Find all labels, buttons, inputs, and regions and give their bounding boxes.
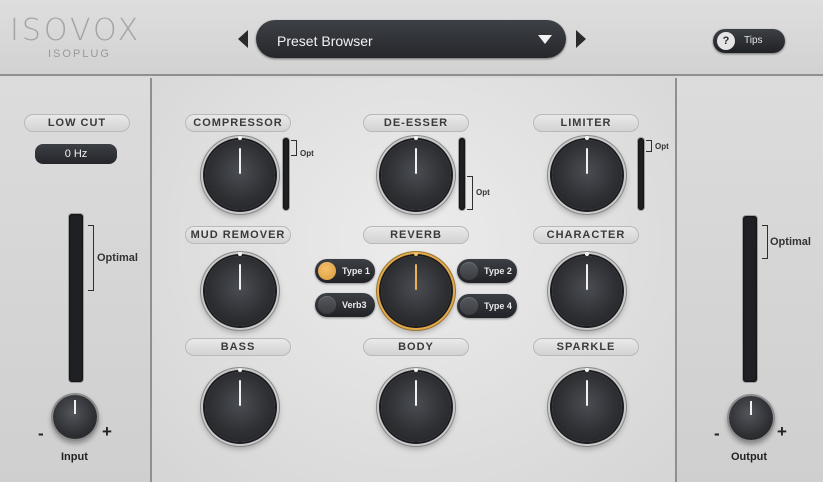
limiter-opt-bracket — [646, 140, 652, 152]
reverb-verb3-label: Verb3 — [342, 300, 367, 310]
reverb-knob[interactable] — [381, 252, 451, 326]
input-optimal-label: Optimal — [97, 252, 138, 264]
logo: ISOVOX ISOPLUG — [10, 16, 145, 62]
limiter-label: LIMITER — [533, 114, 639, 132]
preset-next-arrow-icon[interactable] — [576, 30, 586, 48]
reverb-type4-label: Type 4 — [484, 301, 512, 311]
toggle-dot-icon — [318, 296, 336, 314]
question-icon: ? — [717, 32, 735, 50]
reverb-type1-label: Type 1 — [342, 266, 370, 276]
low-cut-label: LOW CUT — [24, 114, 130, 132]
character-knob[interactable] — [552, 252, 622, 326]
reverb-type2-toggle[interactable]: Type 2 — [457, 259, 517, 283]
limiter-meter — [638, 138, 644, 210]
output-label: Output — [731, 451, 768, 463]
compressor-opt-label: Opt — [300, 149, 314, 158]
preset-browser-label: Preset Browser — [277, 33, 373, 49]
header-bar: ISOVOX ISOPLUG Preset Browser ? Tips — [0, 0, 823, 76]
low-cut-value[interactable]: 0 Hz — [35, 144, 117, 164]
deesser-knob[interactable] — [381, 136, 451, 210]
logo-word: ISOVOX — [10, 13, 142, 48]
sparkle-label: SPARKLE — [533, 338, 639, 356]
input-panel: LOW CUT 0 Hz Optimal - + Input — [0, 78, 152, 482]
tips-label: Tips — [744, 35, 763, 46]
deesser-opt-bracket — [467, 176, 473, 210]
deesser-meter — [459, 138, 465, 210]
deesser-opt-label: Opt — [476, 188, 490, 197]
output-panel: Optimal - + Output — [675, 78, 823, 482]
tips-button[interactable]: ? Tips — [713, 29, 785, 53]
input-label: Input — [61, 451, 88, 463]
input-gain-knob[interactable] — [53, 395, 97, 439]
input-minus-label: - — [38, 424, 44, 443]
output-level-meter — [743, 216, 757, 382]
input-level-meter — [69, 214, 83, 382]
limiter-opt-label: Opt — [655, 142, 669, 151]
input-plus-label: + — [102, 422, 112, 441]
compressor-meter — [283, 138, 289, 210]
bass-label: BASS — [185, 338, 291, 356]
preset-browser-dropdown[interactable]: Preset Browser — [256, 20, 566, 58]
output-minus-label: - — [714, 424, 720, 443]
mud-remover-knob[interactable] — [205, 252, 275, 326]
output-gain-knob[interactable] — [729, 396, 773, 440]
limiter-knob[interactable] — [552, 136, 622, 210]
compressor-opt-bracket — [291, 140, 297, 156]
input-optimal-bracket — [88, 225, 94, 291]
logo-subtitle: ISOPLUG — [48, 48, 111, 60]
reverb-type2-label: Type 2 — [484, 266, 512, 276]
reverb-type1-toggle[interactable]: Type 1 — [315, 259, 375, 283]
compressor-label: COMPRESSOR — [185, 114, 291, 132]
toggle-dot-icon — [318, 262, 336, 280]
output-optimal-bracket — [762, 225, 768, 259]
caret-down-icon — [538, 35, 552, 44]
toggle-dot-icon — [460, 262, 478, 280]
body-label: BODY — [363, 338, 469, 356]
mud-remover-label: MUD REMOVER — [185, 226, 291, 244]
output-optimal-label: Optimal — [770, 236, 811, 248]
reverb-label: REVERB — [363, 226, 469, 244]
body-knob[interactable] — [381, 368, 451, 442]
toggle-dot-icon — [460, 297, 478, 315]
reverb-verb3-toggle[interactable]: Verb3 — [315, 293, 375, 317]
main-panel: COMPRESSOR Opt DE-ESSER Opt LIMITER Opt … — [152, 78, 675, 482]
preset-prev-arrow-icon[interactable] — [238, 30, 248, 48]
output-plus-label: + — [777, 422, 787, 441]
character-label: CHARACTER — [533, 226, 639, 244]
deesser-label: DE-ESSER — [363, 114, 469, 132]
compressor-knob[interactable] — [205, 136, 275, 210]
sparkle-knob[interactable] — [552, 368, 622, 442]
bass-knob[interactable] — [205, 368, 275, 442]
reverb-type4-toggle[interactable]: Type 4 — [457, 294, 517, 318]
